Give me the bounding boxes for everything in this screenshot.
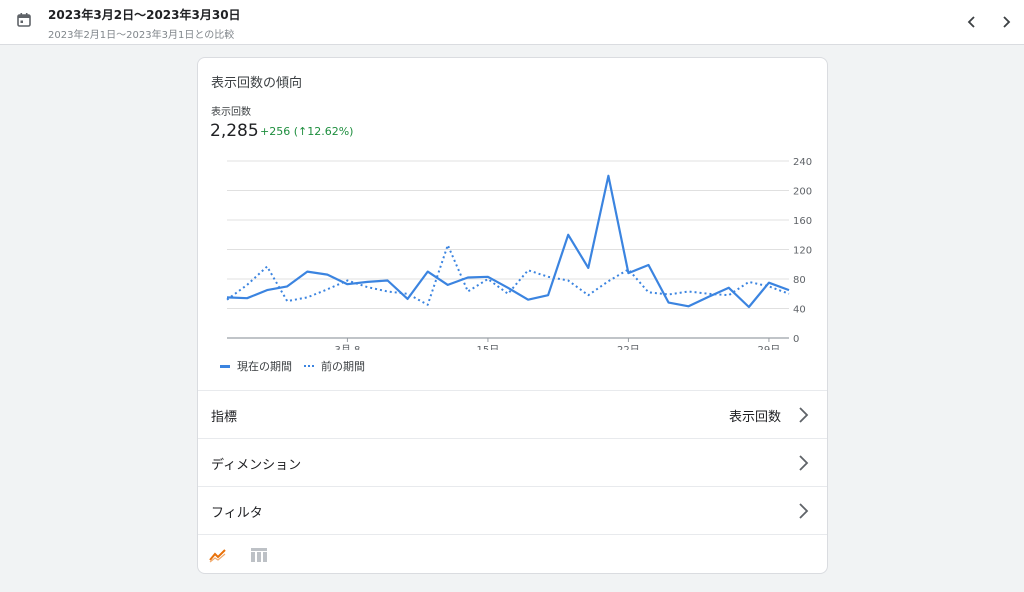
x-tick-label: 15日 [477,345,500,350]
table-icon[interactable] [249,545,269,565]
y-tick-label: 80 [793,275,806,286]
metric-value: 2,285 [210,121,259,141]
next-range-button[interactable] [995,11,1017,33]
impressions-trend-card: 表示回数の傾向 表示回数 2,285 +256 (↑12.62%) 0 40 80 1… [197,57,828,574]
y-tick-label: 160 [793,216,812,227]
y-tick-label: 120 [793,246,812,257]
x-tick-label: 29日 [758,345,781,350]
chevron-right-icon [799,455,809,471]
chevron-right-icon [1003,16,1011,28]
x-tick-label: 22日 [617,345,640,350]
current-period-line [226,174,790,309]
y-tick-label: 200 [793,187,812,198]
filter-selector-row[interactable]: フィルタ [198,486,827,534]
legend-previous[interactable]: 前の期間 [304,358,365,374]
metric-selector-value: 表示回数 [728,410,781,425]
comparison-range-label: 2023年2月1日〜2023年3月1日との比較 [48,30,235,41]
view-switcher [198,534,827,573]
y-tick-label: 240 [793,157,812,168]
calendar-icon[interactable] [16,12,32,28]
metric-label: 表示回数 [211,107,251,118]
y-tick-label: 0 [793,334,799,345]
line-chart-icon[interactable] [208,545,228,565]
x-tick-label: 3月 8 [334,344,360,350]
y-tick-label: 40 [793,305,806,316]
date-range-label[interactable]: 2023年3月2日〜2023年3月30日 [48,6,241,23]
card-title: 表示回数の傾向 [211,76,303,91]
metric-selector-row[interactable]: 指標 表示回数 [198,390,827,438]
dimension-selector-row[interactable]: ディメンション [198,438,827,486]
legend-current[interactable]: 現在の期間 [220,358,292,374]
dotted-line-swatch [304,364,314,368]
solid-line-swatch [220,364,230,368]
previous-period-line [226,244,790,306]
dimension-selector-label: ディメンション [211,458,302,473]
chart-legend: 現在の期間 前の期間 [220,357,377,375]
filter-selector-label: フィルタ [211,506,263,521]
chevron-right-icon [799,407,809,423]
date-range-bar: 2023年3月2日〜2023年3月30日 2023年2月1日〜2023年3月1日… [0,0,1024,45]
metric-selector-label: 指標 [211,410,238,425]
previous-range-button[interactable] [961,11,983,33]
chevron-left-icon [967,16,975,28]
impressions-line-chart: 0 40 80 120 160 200 240 3月 8 15日 22日 29日 [226,157,812,350]
legend-previous-label: 前の期間 [321,360,365,373]
legend-current-label: 現在の期間 [237,360,292,373]
chevron-right-icon [799,503,809,519]
metric-delta: +256 (↑12.62%) [260,125,354,138]
